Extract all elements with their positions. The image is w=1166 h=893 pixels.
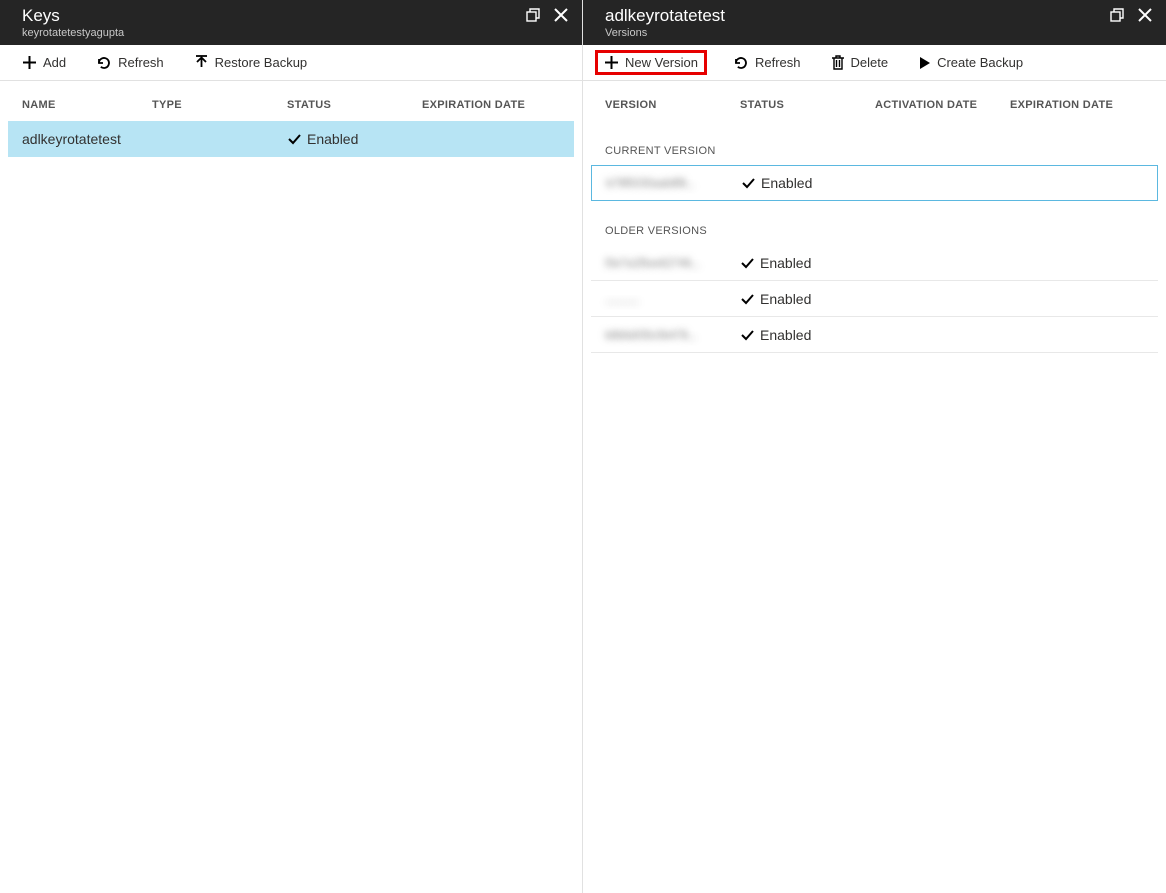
keys-header: Keys keyrotatetestyagupta xyxy=(0,0,582,45)
create-backup-label: Create Backup xyxy=(937,55,1023,70)
new-version-button[interactable]: New Version xyxy=(595,50,707,75)
restore-backup-button[interactable]: Restore Backup xyxy=(190,53,312,72)
restore-window-icon[interactable] xyxy=(526,8,540,22)
delete-label: Delete xyxy=(851,55,889,70)
close-icon[interactable] xyxy=(1138,8,1152,22)
key-row-status: Enabled xyxy=(287,131,422,147)
add-label: Add xyxy=(43,55,66,70)
versions-title: adlkeyrotatetest xyxy=(605,6,725,26)
version-status: Enabled xyxy=(741,175,921,191)
restore-window-icon[interactable] xyxy=(1110,8,1124,22)
refresh-icon xyxy=(733,55,749,71)
refresh-icon xyxy=(96,55,112,71)
col-expiration: EXPIRATION DATE xyxy=(422,99,560,111)
col-expiration: EXPIRATION DATE xyxy=(1010,99,1144,111)
versions-header: adlkeyrotatetest Versions xyxy=(583,0,1166,45)
restore-icon xyxy=(194,55,209,70)
col-version: VERSION xyxy=(605,99,740,111)
keys-panel: Keys keyrotatetestyagupta Add xyxy=(0,0,583,893)
plus-icon xyxy=(604,55,619,70)
check-icon xyxy=(740,292,754,306)
col-name: NAME xyxy=(22,99,152,111)
delete-button[interactable]: Delete xyxy=(827,53,893,72)
col-status: STATUS xyxy=(740,99,875,111)
key-row[interactable]: adlkeyrotatetest Enabled xyxy=(8,121,574,157)
new-version-label: New Version xyxy=(625,55,698,70)
keys-title: Keys xyxy=(22,6,124,26)
version-status: Enabled xyxy=(740,327,920,343)
check-icon xyxy=(287,132,301,146)
keys-toolbar: Add Refresh Restore Backup xyxy=(0,45,582,81)
versions-subtitle: Versions xyxy=(605,26,725,40)
trash-icon xyxy=(831,55,845,70)
older-version-row[interactable]: b8bfa935c0b478... Enabled xyxy=(591,317,1158,353)
current-version-row[interactable]: b79f5030aab8f8... Enabled xyxy=(591,165,1158,201)
app-container: Keys keyrotatetestyagupta Add xyxy=(0,0,1166,893)
key-row-name: adlkeyrotatetest xyxy=(22,131,152,147)
versions-panel: adlkeyrotatetest Versions New Version xyxy=(583,0,1166,893)
version-id: b8bfa935c0b478... xyxy=(605,328,740,342)
version-status: Enabled xyxy=(740,291,920,307)
check-icon xyxy=(740,256,754,270)
close-icon[interactable] xyxy=(554,8,568,22)
col-activation: ACTIVATION DATE xyxy=(875,99,1010,111)
create-backup-button[interactable]: Create Backup xyxy=(914,53,1027,72)
current-version-heading: CURRENT VERSION xyxy=(591,121,1158,165)
versions-toolbar: New Version Refresh Delete Create Backup xyxy=(583,45,1166,81)
refresh-label: Refresh xyxy=(755,55,801,70)
refresh-label: Refresh xyxy=(118,55,164,70)
version-id: b79f5030aab8f8... xyxy=(606,176,741,190)
play-icon xyxy=(918,56,931,70)
check-icon xyxy=(740,328,754,342)
version-status: Enabled xyxy=(740,255,920,271)
versions-column-headers: VERSION STATUS ACTIVATION DATE EXPIRATIO… xyxy=(591,81,1158,121)
older-versions-heading: OLDER VERSIONS xyxy=(591,201,1158,245)
check-icon xyxy=(741,176,755,190)
plus-icon xyxy=(22,55,37,70)
col-status: STATUS xyxy=(287,99,422,111)
refresh-button[interactable]: Refresh xyxy=(729,53,805,73)
add-button[interactable]: Add xyxy=(18,53,70,72)
refresh-button[interactable]: Refresh xyxy=(92,53,168,73)
restore-label: Restore Backup xyxy=(215,55,308,70)
older-version-row[interactable]: ............ Enabled xyxy=(591,281,1158,317)
version-id: f3e7a1f5ee62746... xyxy=(605,256,740,270)
older-version-row[interactable]: f3e7a1f5ee62746... Enabled xyxy=(591,245,1158,281)
keys-subtitle: keyrotatetestyagupta xyxy=(22,26,124,40)
keys-column-headers: NAME TYPE STATUS EXPIRATION DATE xyxy=(8,81,574,121)
col-type: TYPE xyxy=(152,99,287,111)
version-id: ............ xyxy=(605,292,740,306)
